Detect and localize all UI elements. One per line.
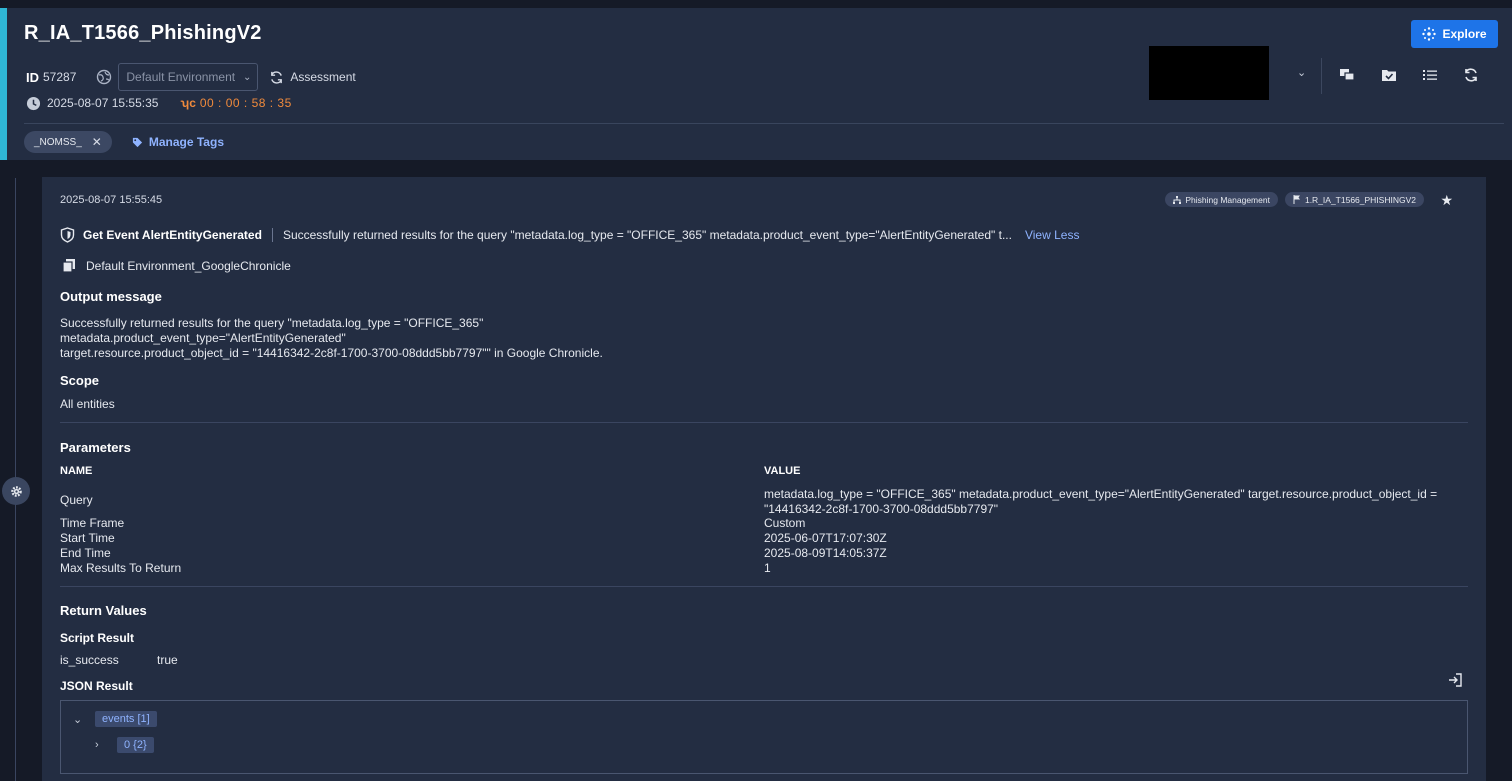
param-name: Time Frame: [60, 516, 125, 530]
event-summary: Successfully returned results for the qu…: [282, 228, 1012, 242]
folder-check-icon[interactable]: [1380, 66, 1398, 84]
param-value: 2025-06-07T17:07:30Z: [764, 531, 887, 545]
output-message-title: Output message: [60, 289, 162, 304]
star-icon[interactable]: ★: [1440, 192, 1453, 209]
chevron-down-icon: ⌄: [242, 71, 252, 83]
param-value: Custom: [764, 516, 806, 530]
page-title: R_IA_T1566_PhishingV2: [24, 22, 262, 44]
return-values-title: Return Values: [60, 603, 147, 618]
view-less-link[interactable]: View Less: [1025, 228, 1079, 242]
param-name: Start Time: [60, 531, 115, 545]
script-result-value: true: [157, 653, 178, 667]
section-divider: [60, 422, 1468, 423]
section-divider: [60, 586, 1468, 587]
tag-chip[interactable]: _NOMSS_ ✕: [24, 131, 112, 153]
close-icon[interactable]: ✕: [92, 135, 102, 149]
param-name: End Time: [60, 546, 111, 560]
sync-icon: [271, 70, 283, 84]
playbook-badge[interactable]: Phishing Management: [1165, 192, 1278, 207]
integration-row: Default Environment_GoogleChronicle: [62, 259, 291, 273]
event-timestamp: 2025-08-07 15:55:45: [60, 194, 163, 206]
gear-icon[interactable]: [2, 477, 30, 505]
param-value: metadata.log_type = "OFFICE_365" metadat…: [764, 487, 1438, 516]
header-divider: [24, 123, 1504, 124]
script-result-key: is_success: [60, 653, 119, 667]
shield-icon: [60, 227, 75, 243]
time-row: 2025-08-07 15:55:35 ʮc 00 : 00 : 58 : 35: [26, 95, 292, 111]
explore-icon: [1422, 27, 1437, 41]
event-card: 2025-08-07 15:55:45 Phishing Management …: [42, 177, 1486, 781]
params-name-header: NAME: [60, 465, 93, 477]
json-result-title: JSON Result: [60, 679, 133, 693]
block-badge[interactable]: 1.R_IA_T1566_PHISHINGV2: [1284, 192, 1424, 207]
playbook-badge-label: Phishing Management: [1185, 194, 1270, 205]
environment-select-value: Default Environment: [126, 70, 236, 84]
event-badges: Phishing Management 1.R_IA_T1566_PHISHIN…: [1158, 192, 1424, 207]
json-key[interactable]: 0 {2}: [117, 737, 154, 753]
param-name: Max Results To Return: [60, 561, 182, 575]
environment-select[interactable]: Default Environment ⌄: [118, 63, 259, 91]
meta-row: ID 57287 Default Environment ⌄ Assessmen…: [26, 63, 356, 91]
title-separator: [271, 228, 273, 242]
json-node-0[interactable]: › 0 {2}: [95, 737, 154, 753]
hierarchy-icon: [1173, 195, 1182, 204]
integration-name: Default Environment_GoogleChronicle: [86, 259, 291, 273]
chevron-right-icon[interactable]: ›: [95, 739, 109, 751]
sla-timer-icon: ʮc: [180, 96, 196, 110]
flag-icon: [1293, 195, 1300, 204]
json-result-viewer[interactable]: ⌄ events [1] › 0 {2}: [60, 700, 1468, 774]
expand-icon[interactable]: [1448, 673, 1462, 690]
output-line-2: metadata.product_event_type="AlertEntity…: [60, 331, 346, 345]
tag-label: _NOMSS_: [34, 136, 82, 148]
redacted-area: [1149, 46, 1269, 100]
event-name: Get Event AlertEntityGenerated: [83, 228, 262, 242]
param-name: Query: [60, 493, 93, 507]
scope-title: Scope: [60, 373, 100, 388]
assessment-label: Assessment: [290, 70, 356, 84]
chevron-down-icon[interactable]: ⌄: [73, 713, 87, 726]
output-line-1: Successfully returned results for the qu…: [60, 316, 484, 330]
manage-tags-link[interactable]: Manage Tags: [132, 135, 224, 149]
block-badge-label: 1.R_IA_T1566_PHISHINGV2: [1304, 194, 1416, 205]
case-timestamp: 2025-08-07 15:55:35: [47, 96, 159, 110]
json-node-events[interactable]: ⌄ events [1]: [73, 711, 157, 727]
param-value: 2025-08-09T14:05:37Z: [764, 546, 887, 560]
explore-label: Explore: [1442, 27, 1487, 41]
environment-icon: [96, 69, 112, 85]
case-header: R_IA_T1566_PhishingV2 ID 57287 Default E…: [0, 8, 1512, 160]
toolbar-divider: [1321, 58, 1322, 94]
list-icon[interactable]: [1421, 66, 1439, 84]
params-value-header: VALUE: [764, 465, 801, 477]
scope-value: All entities: [60, 397, 115, 411]
explore-button[interactable]: Explore: [1411, 20, 1498, 48]
id-value: 57287: [43, 70, 77, 84]
integration-icon: [62, 259, 75, 273]
param-value: 1: [764, 561, 771, 575]
sla-timer: 00 : 00 : 58 : 35: [199, 96, 292, 110]
tag-icon: [132, 137, 142, 147]
manage-tags-label: Manage Tags: [148, 135, 224, 149]
assessment-button[interactable]: Assessment: [269, 70, 356, 85]
id-label: ID: [26, 69, 39, 85]
chevron-down-icon[interactable]: ⌄: [1297, 66, 1306, 79]
tag-row: _NOMSS_ ✕ Manage Tags: [24, 131, 224, 153]
json-key[interactable]: events [1]: [95, 711, 157, 727]
output-line-3: target.resource.product_object_id = "144…: [60, 346, 603, 360]
script-result-title: Script Result: [60, 631, 135, 645]
refresh-icon[interactable]: [1462, 66, 1480, 84]
chat-icon[interactable]: [1338, 66, 1356, 84]
parameters-title: Parameters: [60, 440, 131, 455]
event-title-row: Get Event AlertEntityGenerated Successfu…: [60, 227, 1079, 243]
clock-icon: [26, 96, 41, 110]
